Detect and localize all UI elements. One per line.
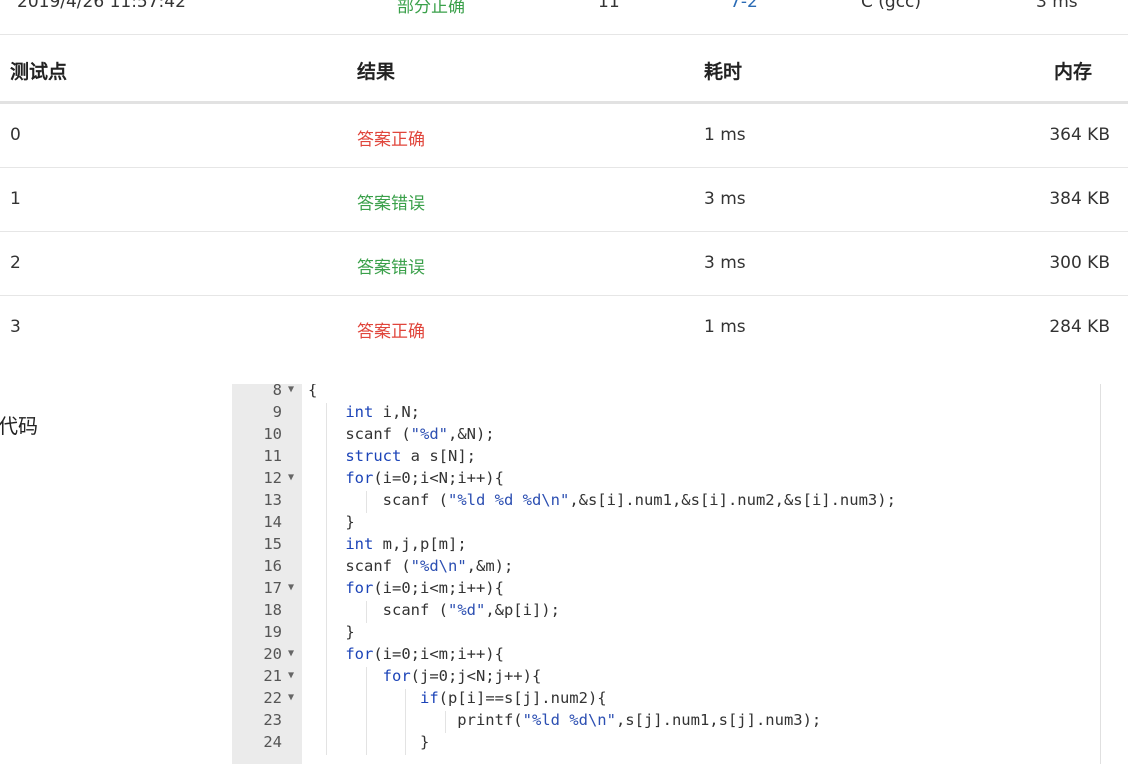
line-number: 8 [272,384,282,399]
code-line: 15 int m,j,p[m]; [232,535,1100,557]
code-line: 23 printf("%ld %d\n",s[j].num1,s[j].num3… [232,711,1100,733]
fold-toggle-icon[interactable]: ▼ [288,692,294,703]
problem-link[interactable]: 7-2 [730,0,758,12]
submission-time: 2019/4/26 11:57:42 [17,0,186,12]
line-number: 20 [263,645,282,663]
line-number: 9 [272,403,282,421]
testpoint-result: 答案正确 [357,130,425,150]
fold-toggle-icon[interactable]: ▼ [288,384,294,395]
code-line: 12 ▼ for(i=0;i<N;i++){ [232,469,1100,491]
code-text: printf("%ld %d\n",s[j].num1,s[j].num3); [308,711,822,729]
code-line: 19 } [232,623,1100,645]
code-text: for(j=0;j<N;j++){ [382,667,542,685]
testpoint-id: 0 [10,125,21,145]
line-number: 24 [263,733,282,751]
code-text: } [308,623,355,641]
testpoint-id: 3 [10,317,21,337]
fold-toggle-icon[interactable]: ▼ [288,582,294,593]
testpoint-time: 3 ms [704,253,746,273]
line-number: 17 [263,579,282,597]
line-number: 11 [263,447,282,465]
testpoint-memory: 284 KB [1049,317,1110,337]
code-text: scanf ("%d",&N); [308,425,495,443]
code-line: 13 scanf ("%ld %d %d\n",&s[i].num1,&s[i]… [232,491,1100,513]
header-memory: 内存 [1053,61,1092,83]
testpoint-time: 1 ms [704,125,746,145]
testpoint-memory: 384 KB [1049,189,1110,209]
testpoint-table: 测试点 结果 耗时 内存 0 答案正确 1 ms 364 KB 1 答案错误 3… [0,35,1128,359]
fold-toggle-icon[interactable]: ▼ [288,670,294,681]
header-testpoint: 测试点 [10,61,68,83]
line-number: 10 [263,425,282,443]
header-result: 结果 [357,61,396,83]
code-line: 11 struct a s[N]; [232,447,1100,469]
testpoint-id: 1 [10,189,21,209]
table-row: 0 答案正确 1 ms 364 KB [0,104,1128,168]
code-line: 24 } [232,733,1100,755]
fold-toggle-icon[interactable]: ▼ [288,648,294,659]
table-row: 1 答案错误 3 ms 384 KB [0,168,1128,232]
testpoint-time: 3 ms [704,189,746,209]
code-text: struct a s[N]; [345,447,476,465]
code-text: if(p[i]==s[j].num2){ [419,689,607,707]
code-text: scanf ("%d",&p[i]); [308,601,560,619]
testpoint-result: 答案正确 [357,322,425,342]
code-line: 17 ▼ for(i=0;i<m;i++){ [232,579,1100,601]
testpoint-memory: 300 KB [1049,253,1110,273]
testpoint-result: 答案错误 [357,194,425,214]
line-number: 15 [263,535,282,553]
code-line: 22 ▼ if(p[i]==s[j].num2){ [232,689,1100,711]
line-number: 18 [263,601,282,619]
line-number: 12 [263,469,282,487]
testpoint-id: 2 [10,253,21,273]
code-line: 9 int i,N; [232,403,1100,425]
code-line: 20 ▼ for(i=0;i<m;i++){ [232,645,1100,667]
code-text: } [308,733,430,751]
code-line: 18 scanf ("%d",&p[i]); [232,601,1100,623]
fold-toggle-icon[interactable]: ▼ [288,472,294,483]
line-number: 13 [263,491,282,509]
code-editor[interactable]: 8 ▼{9 int i,N; 10 scanf ("%d",&N); 11 struc… [232,384,1101,764]
line-number: 22 [263,689,282,707]
testpoint-memory: 364 KB [1049,125,1110,145]
submission-status[interactable]: 部分正确 [397,0,465,17]
testpoint-result: 答案错误 [357,258,425,278]
submission-summary-row: 2019/4/26 11:57:42 部分正确 11 7-2 C (gcc) 3… [0,0,1128,20]
code-text: for(i=0;i<N;i++){ [345,469,504,487]
table-header: 测试点 结果 耗时 内存 [0,35,1128,104]
line-number: 23 [263,711,282,729]
code-line: 10 scanf ("%d",&N); [232,425,1100,447]
code-text: int i,N; [345,403,420,421]
line-number: 14 [263,513,282,531]
code-text: scanf ("%d\n",&m); [308,557,514,575]
code-line: 21 ▼ for(j=0;j<N;j++){ [232,667,1100,689]
code-line: 16 scanf ("%d\n",&m); [232,557,1100,579]
submission-duration: 3 ms [1036,0,1078,12]
code-text: { [308,384,318,399]
submission-compiler: C (gcc) [861,0,922,12]
line-number: 21 [263,667,282,685]
code-text: } [308,513,355,531]
code-section-label: 代码 [0,414,38,438]
submission-score: 11 [598,0,620,12]
line-number: 16 [263,557,282,575]
code-line: 14 } [232,513,1100,535]
table-row: 2 答案错误 3 ms 300 KB [0,232,1128,296]
line-number: 19 [263,623,282,641]
code-text: for(i=0;i<m;i++){ [345,579,504,597]
code-text: int m,j,p[m]; [345,535,467,553]
code-text: scanf ("%ld %d %d\n",&s[i].num1,&s[i].nu… [308,491,896,509]
testpoint-time: 1 ms [704,317,746,337]
code-text: for(i=0;i<m;i++){ [345,645,504,663]
table-row: 3 答案正确 1 ms 284 KB [0,296,1128,359]
code-line: 8 ▼ { [232,384,1100,403]
header-time: 耗时 [704,61,743,83]
